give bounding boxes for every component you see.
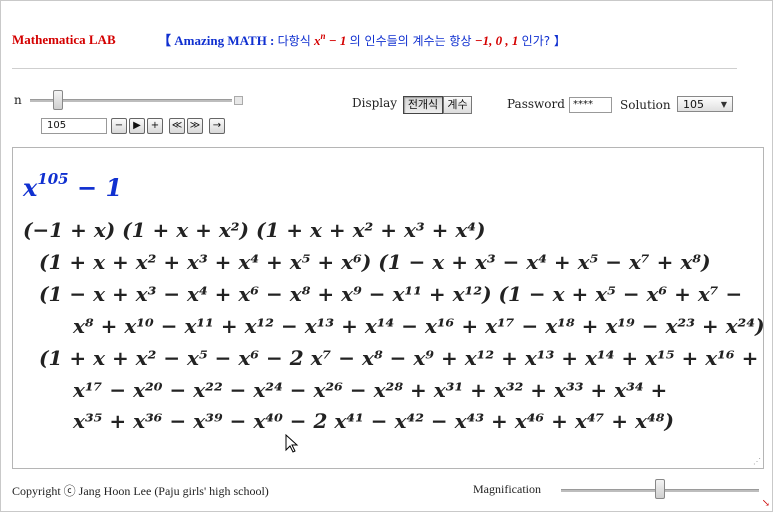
factor-line-3: (1 − x + x³ − x⁴ + x⁶ − x⁸ + x⁹ − x¹¹ + … [39,282,743,306]
factor-line-1: (−1 + x) (1 + x + x²) (1 + x + x² + x³ +… [23,218,486,242]
mouse-cursor-icon [285,434,299,453]
display-option-expanded[interactable]: 전개식 [403,96,443,114]
slower-button[interactable]: ≫ [187,118,203,134]
display-label: Display [352,96,398,110]
copyright-text: Copyright ⓒ Jang Hoon Lee (Paju girls' h… [12,484,269,498]
header-divider [12,68,737,69]
solution-select[interactable]: 105 ▼ [677,96,733,112]
magnification-label: Magnification [473,482,541,496]
chevron-down-icon: ▼ [720,100,727,109]
decrement-button[interactable]: − [111,118,127,134]
solution-value: 105 [683,98,704,111]
output-title-base: x [23,173,38,202]
faster-button[interactable]: ≪ [169,118,185,134]
output-title-rest: − 1 [76,173,123,202]
title-ko3: 인가? 】 [521,34,566,48]
password-label: Password [507,97,565,111]
factor-line-7: x³⁵ + x³⁶ − x³⁹ − x⁴⁰ − 2 x⁴¹ − x⁴² − x⁴… [73,409,674,433]
app-frame: Mathematica LAB 【 Amazing MATH : 다항식 xn … [0,0,773,512]
factor-line-5: (1 + x + x² − x⁵ − x⁶ − 2 x⁷ − x⁸ − x⁹ +… [39,346,759,370]
factor-line-2: (1 + x + x² + x³ + x⁴ + x⁵ + x⁶) (1 − x … [39,250,711,274]
n-slider-thumb[interactable] [53,90,64,110]
page-title: 【 Amazing MATH : 다항식 xn − 1 의 인수들의 계수는 항… [158,30,566,49]
n-value-field[interactable]: 105 [41,118,107,134]
title-ko1: 다항식 [277,34,311,48]
title-ko2: 의 인수들의 계수는 항상 [349,34,472,48]
app-name: Mathematica LAB [12,32,116,47]
title-values: −1, 0 , 1 [474,33,519,48]
title-open: 【 Amazing MATH : [158,33,275,48]
play-button[interactable]: ▶ [129,118,145,134]
resize-grip-icon[interactable]: ⋰ [753,458,761,466]
display-option-coefficients[interactable]: 계수 [443,96,472,114]
n-slider-expand-icon[interactable] [234,96,243,105]
solution-label: Solution [620,98,671,112]
title-poly-rest: − 1 [328,33,347,48]
output-title-exp: 105 [37,170,69,188]
password-field[interactable]: **** [569,97,612,113]
factor-line-4: x⁸ + x¹⁰ − x¹¹ + x¹² − x¹³ + x¹⁴ − x¹⁶ +… [73,314,764,338]
direction-button[interactable]: → [209,118,225,134]
magnification-slider-thumb[interactable] [655,479,665,499]
output-title: x105 − 1 [23,170,122,202]
output-panel: x105 − 1 (−1 + x) (1 + x + x²) (1 + x + … [12,147,764,469]
n-label: n [14,93,22,107]
title-poly-exp: n [320,31,326,41]
increment-button[interactable]: + [147,118,163,134]
corner-arrow-icon: ↘ [761,498,770,509]
factor-line-6: x¹⁷ − x²⁰ − x²² − x²⁴ − x²⁶ − x²⁸ + x³¹ … [73,378,668,402]
